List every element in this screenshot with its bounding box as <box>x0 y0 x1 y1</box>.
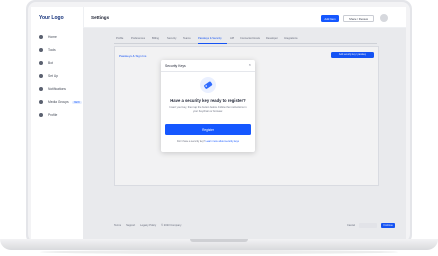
sidebar-item-setup[interactable]: Set Up <box>39 72 81 80</box>
bot-icon <box>39 61 43 65</box>
sidebar-item-tools[interactable]: Tools <box>39 46 81 54</box>
logo: Your Logo <box>39 15 64 21</box>
security-key-icon <box>200 77 216 93</box>
add-item-button[interactable]: Add Item <box>321 15 339 22</box>
sidebar-item-label: Bot <box>48 61 53 65</box>
learn-more-link[interactable]: Learn more about security keys <box>206 140 239 143</box>
sidebar: Your Logo Home Tools Bot Set Up Notifica… <box>31 7 84 239</box>
page-title: Settings <box>91 15 110 20</box>
home-icon <box>39 35 43 39</box>
modal-heading: Have a security key ready to register? <box>170 98 246 103</box>
sidebar-item-label: Home <box>48 35 57 39</box>
sidebar-item-home[interactable]: Home <box>39 33 81 41</box>
sidebar-item-profile[interactable]: Profile <box>39 111 81 119</box>
footnote-text: Don't have a security key? <box>177 140 205 143</box>
sidebar-item-label: Set Up <box>48 74 59 78</box>
sidebar-item-label: Tools <box>48 48 56 52</box>
share-button[interactable]: Share / Review <box>343 15 374 22</box>
sidebar-item-bot[interactable]: Bot <box>39 59 81 67</box>
tools-icon <box>39 48 43 52</box>
modal-divider <box>161 71 255 72</box>
sidebar-item-label: Media Groups <box>48 100 69 104</box>
new-badge: NEW <box>71 100 82 104</box>
modal-footnote: Don't have a security key? Learn more ab… <box>165 140 251 143</box>
setup-icon <box>39 74 43 78</box>
laptop-notch <box>190 239 248 242</box>
profile-icon <box>39 113 43 117</box>
modal-title: Security Keys <box>165 64 186 68</box>
sidebar-item-label: Profile <box>48 113 58 117</box>
modal-body-text: Insert your key, then tap the button bel… <box>169 106 247 113</box>
sidebar-item-notifications[interactable]: Notifications <box>39 85 81 93</box>
topbar: Settings Add Item Share / Review <box>83 7 406 28</box>
bell-icon <box>39 87 43 91</box>
media-icon <box>39 100 43 104</box>
laptop-shadow <box>40 250 398 254</box>
sidebar-item-label: Notifications <box>48 87 66 91</box>
sidebar-item-media-groups[interactable]: Media Groups NEW <box>39 98 82 106</box>
register-button[interactable]: Register <box>165 124 251 135</box>
security-key-modal: Security Keys × Have a security key read… <box>161 60 255 152</box>
avatar[interactable] <box>380 14 388 22</box>
close-icon[interactable]: × <box>249 63 251 67</box>
